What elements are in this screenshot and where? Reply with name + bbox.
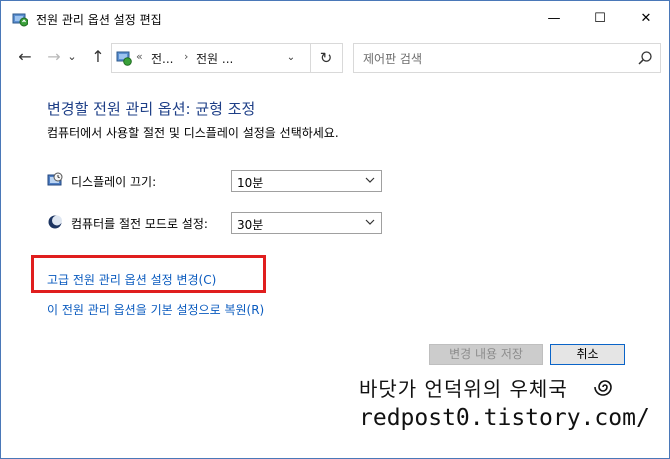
display-off-value: 10분 [237,176,264,190]
power-options-window: 전원 관리 옵션 설정 편집 — ☐ ✕ ← → ⌄ ↑ « 전... › 전원… [0,0,670,459]
back-arrow-icon: ← [18,47,32,66]
watermark-blog-url: redpost0.tistory.com/ [359,405,650,431]
back-button[interactable]: ← [14,46,36,68]
restore-defaults-link[interactable]: 이 전원 관리 옵션을 기본 설정으로 복원(R) [47,301,264,318]
advanced-settings-link[interactable]: 고급 전원 관리 옵션 설정 변경(C) [47,271,216,288]
breadcrumb-item-power-options[interactable]: 전원 ... [196,50,233,67]
search-icon[interactable] [637,50,653,66]
page-title: 변경할 전원 관리 옵션: 균형 조정 [47,100,256,118]
up-arrow-icon: ↑ [91,47,105,66]
breadcrumb-overflow[interactable]: « [136,50,143,63]
search-box[interactable]: 제어판 검색 [353,43,661,73]
chevron-down-icon: ⌄ [286,52,296,63]
up-button[interactable]: ↑ [87,46,109,68]
display-off-select[interactable]: 10분 [231,170,382,192]
page-description: 컴퓨터에서 사용할 절전 및 디스플레이 설정을 선택하세요. [47,126,339,140]
minimize-button[interactable]: — [531,1,577,37]
sleep-select[interactable]: 30분 [231,212,382,234]
address-dropdown-button[interactable]: ⌄ [284,52,298,64]
address-bar[interactable]: « 전... › 전원 ... ⌄ ↻ [111,43,343,73]
forward-arrow-icon: → [47,47,61,66]
minimize-icon: — [547,11,561,26]
close-button[interactable]: ✕ [623,1,669,37]
display-off-label: 디스플레이 끄기: [71,175,157,189]
chevron-down-icon [365,219,375,225]
moon-icon [48,215,62,229]
chevron-down-icon: ⌄ [67,50,77,63]
maximize-button[interactable]: ☐ [577,1,623,37]
close-icon: ✕ [640,11,652,26]
search-input[interactable]: 제어판 검색 [363,50,422,67]
monitor-clock-icon [47,172,63,186]
recent-locations-button[interactable]: ⌄ [65,46,79,68]
title-bar[interactable]: 전원 관리 옵션 설정 편집 — ☐ ✕ [1,1,669,37]
navigation-bar: ← → ⌄ ↑ « 전... › 전원 ... ⌄ ↻ 제어판 검색 [1,38,669,76]
sleep-value: 30분 [237,218,264,232]
chevron-down-icon [365,177,375,183]
power-options-icon [12,13,28,27]
watermark-blog-name: 바닷가 언덕위의 우체국 [359,377,568,401]
breadcrumb-separator[interactable]: › [184,50,188,63]
cancel-button[interactable]: 취소 [550,344,625,365]
forward-button[interactable]: → [43,46,65,68]
save-changes-button[interactable]: 변경 내용 저장 [429,344,543,365]
refresh-icon: ↻ [319,49,333,67]
window-title: 전원 관리 옵션 설정 편집 [36,13,162,27]
breadcrumb-item-control-panel[interactable]: 전... [151,50,173,67]
refresh-button[interactable]: ↻ [310,44,341,72]
swirl-logo-icon [594,380,612,396]
maximize-icon: ☐ [594,11,606,26]
sleep-label: 컴퓨터를 절전 모드로 설정: [71,217,208,231]
control-panel-icon [116,51,132,66]
